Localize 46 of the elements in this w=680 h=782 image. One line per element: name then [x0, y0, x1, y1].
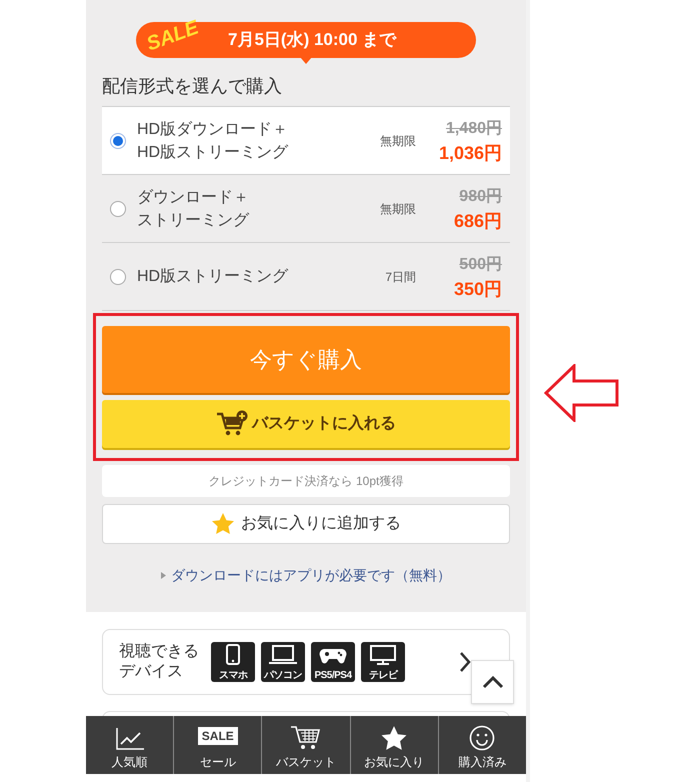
option-label: ダウンロード＋ ストリーミング — [137, 188, 249, 230]
original-price: 500円 — [459, 254, 502, 274]
radio-button[interactable] — [110, 200, 126, 216]
option-period: 7日間 — [385, 268, 416, 286]
scroll-top-button[interactable] — [471, 660, 514, 704]
device-label: 視聴できる デバイス — [119, 642, 200, 682]
add-favorite-button[interactable]: お気に入りに追加する — [102, 504, 510, 544]
cart-plus-icon — [216, 410, 248, 438]
triangle-icon — [161, 572, 166, 579]
device-tile: スマホ — [211, 642, 255, 682]
nav-tab[interactable]: バスケット — [261, 716, 350, 774]
app-required-link[interactable]: ダウンロードにはアプリが必要です（無料） — [171, 565, 451, 586]
chevron-up-icon — [482, 675, 504, 689]
credit-note: クレジットカード決済なら 10pt獲得 — [102, 465, 510, 497]
nav-tab[interactable]: SALE セール — [173, 716, 262, 774]
nav-tab[interactable]: 人気順 — [86, 716, 174, 774]
sale-price: 1,036円 — [438, 142, 502, 164]
smiley-icon — [469, 725, 496, 751]
cart-icon — [290, 725, 322, 751]
option-label: HD版ストリーミング — [137, 267, 288, 287]
original-price: 1,480円 — [446, 118, 502, 138]
device-tile: パソコン — [261, 642, 305, 682]
option-label: HD版ダウンロード＋ HD版ストリーミング — [137, 120, 288, 162]
tv-icon — [368, 644, 398, 665]
sale-label-icon: SALE — [198, 727, 238, 745]
option-period: 無期限 — [380, 132, 416, 150]
star-icon — [211, 512, 235, 536]
sale-deadline: 7月5日(水) 10:00 まで — [228, 29, 396, 52]
device-tile: テレビ — [361, 642, 405, 682]
trend-chart-icon — [114, 727, 145, 751]
section-heading: 配信形式を選んで購入 — [102, 75, 283, 98]
laptop-icon — [268, 644, 298, 665]
radio-button[interactable] — [110, 132, 126, 148]
sale-price: 350円 — [454, 278, 502, 300]
device-tile: PS5/PS4 — [311, 642, 355, 682]
sale-label: SALE — [144, 17, 202, 55]
original-price: 980円 — [459, 186, 502, 206]
chevron-right-icon — [459, 651, 471, 673]
sale-price: 686円 — [454, 210, 502, 232]
star-icon — [380, 725, 408, 751]
add-to-basket-button[interactable]: バスケットに入れる — [102, 400, 510, 448]
option-period: 無期限 — [380, 200, 416, 218]
arrow-icon — [544, 364, 620, 422]
radio-button[interactable] — [110, 268, 126, 284]
nav-tab[interactable]: お気に入り — [350, 716, 438, 774]
delivery-option[interactable]: HD版ダウンロード＋ HD版ストリーミング 無期限 1,480円 1,036円 — [102, 107, 510, 175]
